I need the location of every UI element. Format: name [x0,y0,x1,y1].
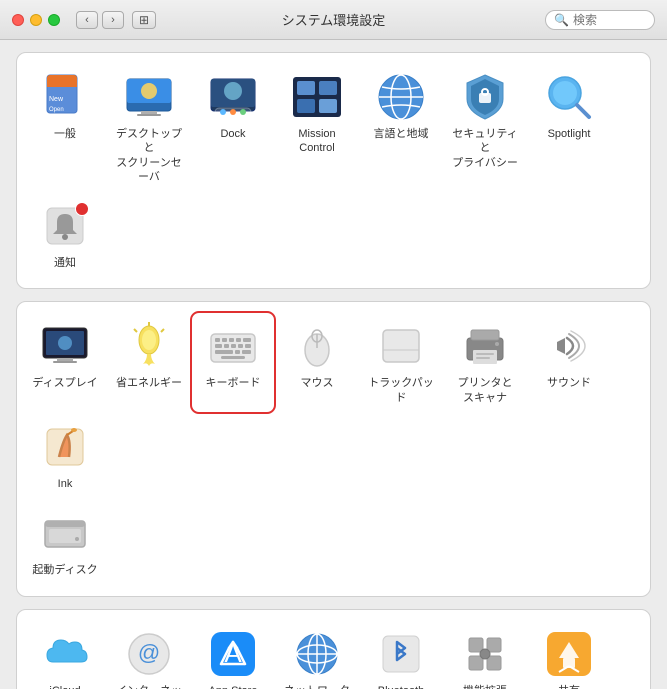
pref-network[interactable]: ネットワーク [277,622,357,689]
pref-bluetooth[interactable]: Bluetooth [361,622,441,689]
pref-sharing[interactable]: 共有 [529,622,609,689]
pref-appstore[interactable]: A App Store [193,622,273,689]
pref-internet[interactable]: @ インターネットアカウント [109,622,189,689]
content-area: New Open 一般 デスクトップとスクリーンセーバ [0,40,667,689]
language-icon [375,71,427,123]
mouse-icon [291,320,343,372]
pref-notification[interactable]: 通知 [25,194,105,276]
extensions-icon [459,628,511,680]
ink-label: Ink [58,477,73,491]
pref-desktop[interactable]: デスクトップとスクリーンセーバ [109,65,189,190]
display-label: ディスプレイ [32,376,97,390]
pref-display[interactable]: ディスプレイ [25,314,105,411]
keyboard-label: キーボード [206,376,261,390]
svg-text:New: New [49,96,64,103]
mission-label: MissionControl [298,127,335,156]
pref-spotlight[interactable]: Spotlight [529,65,609,190]
energy-label: 省エネルギー [116,376,182,390]
notification-icon [39,200,91,252]
startup-icon [39,507,91,559]
internet-icon: @ [123,628,175,680]
sharing-icon [543,628,595,680]
pref-ippan[interactable]: New Open 一般 [25,65,105,190]
minimize-button[interactable] [30,14,42,26]
notification-label: 通知 [54,256,76,270]
network-label: ネットワーク [284,684,350,689]
trackpad-icon [375,320,427,372]
printer-label: プリンタとスキャナ [458,376,513,405]
pref-printer[interactable]: プリンタとスキャナ [445,314,525,411]
network-icon [291,628,343,680]
printer-icon [459,320,511,372]
search-icon: 🔍 [554,13,569,27]
close-button[interactable] [12,14,24,26]
icloud-icon [39,628,91,680]
internet-label: インターネットアカウント [113,684,185,689]
ink-icon [39,421,91,473]
mouse-label: マウス [301,376,334,390]
window-title: システム環境設定 [282,10,386,29]
startup-label: 起動ディスク [32,563,97,577]
language-label: 言語と地域 [374,127,429,141]
pref-trackpad[interactable]: トラックパッド [361,314,441,411]
pref-sound[interactable]: サウンド [529,314,609,411]
sound-label: サウンド [547,376,591,390]
ippan-label: 一般 [54,127,76,141]
pref-extensions[interactable]: 機能拡張 [445,622,525,689]
appstore-label: App Store [209,684,258,689]
svg-text:Open: Open [49,107,64,113]
titlebar: ‹ › ⊞ システム環境設定 🔍 [0,0,667,40]
svg-text:@: @ [138,640,160,665]
pref-ink[interactable]: Ink [25,415,105,497]
pref-mouse[interactable]: マウス [277,314,357,411]
trackpad-label: トラックパッド [365,376,437,405]
icloud-label: iCloud [49,684,80,689]
sharing-label: 共有 [558,684,580,689]
search-input[interactable] [573,13,653,27]
pref-security[interactable]: セキュリティとプライバシー [445,65,525,190]
pref-language[interactable]: 言語と地域 [361,65,441,190]
maximize-button[interactable] [48,14,60,26]
search-box[interactable]: 🔍 [545,10,655,30]
nav-buttons: ‹ › [76,11,124,29]
section-internet: iCloud @ インターネットアカウント A [16,609,651,689]
pref-startup[interactable]: 起動ディスク [25,501,105,583]
pref-energy[interactable]: 省エネルギー [109,314,189,411]
titlebar-left: ‹ › ⊞ [12,11,156,29]
forward-button[interactable]: › [102,11,124,29]
bluetooth-icon [375,628,427,680]
back-button[interactable]: ‹ [76,11,98,29]
pref-keyboard[interactable]: キーボード [193,314,273,411]
mission-icon [291,71,343,123]
bluetooth-label: Bluetooth [378,684,424,689]
pref-mission[interactable]: MissionControl [277,65,357,190]
section2-row2: 起動ディスク [25,501,642,583]
appstore-icon: A [207,628,259,680]
desktop-label: デスクトップとスクリーンセーバ [113,127,185,184]
window-controls [12,14,60,26]
display-icon [39,320,91,372]
grid-view-button[interactable]: ⊞ [132,11,156,29]
energy-icon [123,320,175,372]
keyboard-icon [207,320,259,372]
extensions-label: 機能拡張 [463,684,507,689]
security-icon [459,71,511,123]
section-hardware: ディスプレイ 省エネルギー [16,301,651,596]
ippan-icon: New Open [39,71,91,123]
spotlight-label: Spotlight [548,127,591,141]
dock-label: Dock [220,127,245,141]
dock-icon [207,71,259,123]
section-personal: New Open 一般 デスクトップとスクリーンセーバ [16,52,651,289]
spotlight-icon [543,71,595,123]
pref-dock[interactable]: Dock [193,65,273,190]
pref-icloud[interactable]: iCloud [25,622,105,689]
desktop-icon [123,71,175,123]
sound-icon [543,320,595,372]
security-label: セキュリティとプライバシー [449,127,521,170]
